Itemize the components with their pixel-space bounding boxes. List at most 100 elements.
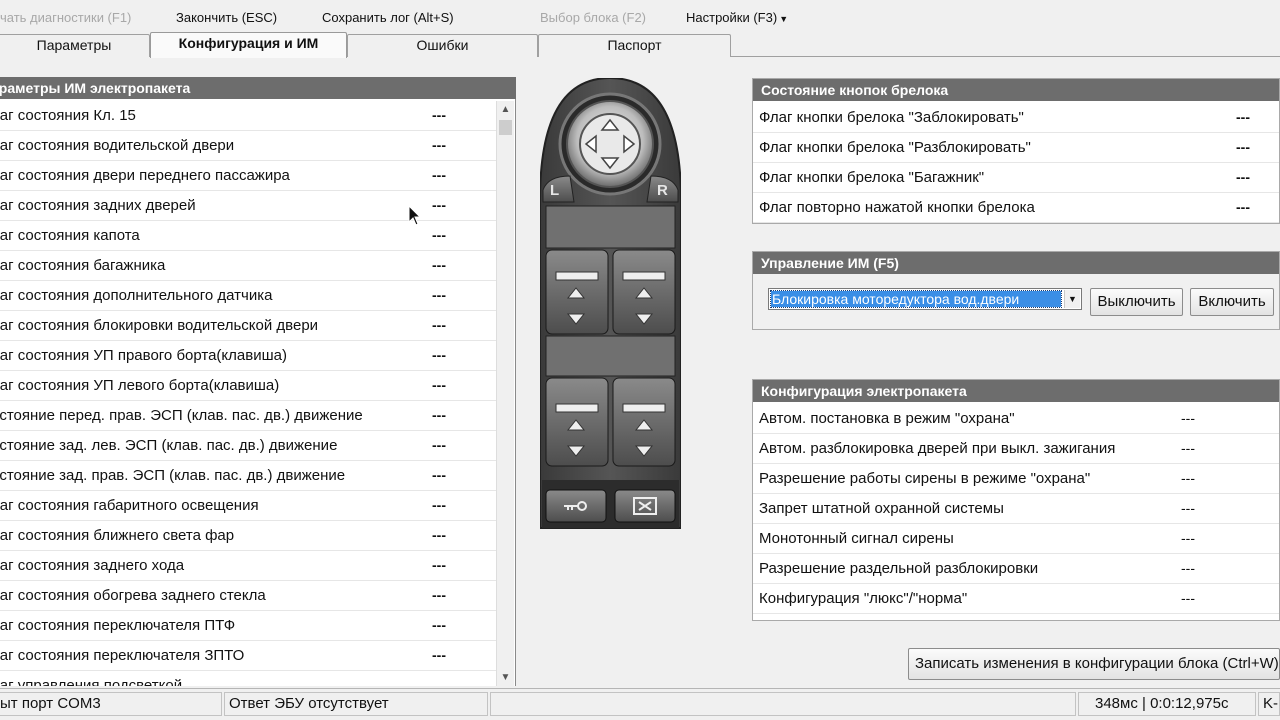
param-value: --- (432, 257, 446, 273)
list-item[interactable]: лаг состояния переключателя ПТФ --- (0, 611, 496, 641)
toolbar: чать диагностики (F1) Закончить (ESC) Со… (0, 0, 1280, 34)
list-item[interactable]: лаг состояния переключателя ЗПТО --- (0, 641, 496, 671)
select-block-button[interactable]: Выбор блока (F2) (540, 10, 646, 25)
list-item[interactable]: Разрешение работы сирены в режиме "охран… (753, 464, 1279, 494)
list-item[interactable]: лаг состояния УП правого борта(клавиша) -… (0, 341, 496, 371)
param-value: --- (432, 347, 446, 363)
config-value: --- (1181, 530, 1195, 546)
list-item[interactable]: лаг управления подсветкой (0, 671, 496, 686)
param-value: --- (432, 287, 446, 303)
tab-configuration[interactable]: Конфигурация и ИМ (150, 32, 347, 58)
parameter-list[interactable]: лаг состояния Кл. 15 --- лаг состояния во… (0, 101, 496, 686)
param-value: --- (432, 167, 446, 183)
config-name: Автом. разблокировка дверей при выкл. за… (759, 440, 1116, 457)
finish-button[interactable]: Закончить (ESC) (176, 10, 277, 25)
list-item[interactable]: Автом. постановка в режим "охрана" --- (753, 404, 1279, 434)
list-item[interactable]: лаг состояния габаритного освещения --- (0, 491, 496, 521)
im-parameters-panel: араметры ИМ электропакета лаг состояния … (0, 77, 516, 686)
list-item[interactable]: лаг состояния багажника --- (0, 251, 496, 281)
list-item[interactable]: остояние зад. прав. ЭСП (клав. пас. дв.)… (0, 461, 496, 491)
list-item[interactable]: лаг состояния обогрева заднего стекла --- (0, 581, 496, 611)
port-status: ыт порт COM3 (0, 692, 222, 716)
fob-flag-name: Флаг повторно нажатой кнопки брелока (759, 199, 1035, 216)
write-config-button[interactable]: Записать изменения в конфигурации блока … (908, 648, 1280, 680)
list-item[interactable]: Флаг повторно нажатой кнопки брелока --- (753, 193, 1279, 223)
fob-flag-value: --- (1236, 199, 1250, 215)
list-item[interactable]: Разрешение раздельной разблокировки --- (753, 554, 1279, 584)
param-value: --- (432, 647, 446, 663)
list-item[interactable]: лаг состояния дополнительного датчика --- (0, 281, 496, 311)
param-name: лаг состояния заднего хода (0, 557, 185, 574)
list-item[interactable]: Конфигурация "люкс"/"норма" --- (753, 584, 1279, 614)
param-value: --- (432, 587, 446, 603)
param-value: --- (432, 317, 446, 333)
param-name: лаг управления подсветкой (0, 677, 183, 686)
param-value: --- (432, 557, 446, 573)
save-log-button[interactable]: Сохранить лог (Alt+S) (322, 10, 454, 25)
start-diagnostics-button[interactable]: чать диагностики (F1) (0, 10, 131, 25)
list-item[interactable]: лаг состояния водительской двери --- (0, 131, 496, 161)
list-item[interactable]: остояние зад. лев. ЭСП (клав. пас. дв.) … (0, 431, 496, 461)
im-parameters-header: араметры ИМ электропакета (0, 77, 516, 99)
tab-passport[interactable]: Паспорт (538, 34, 731, 57)
param-name: лаг состояния дополнительного датчика (0, 287, 273, 304)
param-name: остояние перед. прав. ЭСП (клав. пас. дв… (0, 407, 363, 424)
settings-label: Настройки (F3) (686, 10, 778, 25)
list-item[interactable]: остояние перед. прав. ЭСП (клав. пас. дв… (0, 401, 496, 431)
list-item[interactable]: Монотонный сигнал сирены --- (753, 524, 1279, 554)
param-value: --- (432, 437, 446, 453)
param-name: лаг состояния переключателя ПТФ (0, 617, 236, 634)
timing-status: 348мс | 0:0:12,975с (1078, 692, 1256, 716)
status-bar: ыт порт COM3 Ответ ЭБУ отсутствует 348мс… (0, 688, 1280, 720)
list-item[interactable]: лаг состояния Кл. 15 --- (0, 101, 496, 131)
list-item[interactable]: Флаг кнопки брелока "Заблокировать" --- (753, 103, 1279, 133)
param-name: лаг состояния задних дверей (0, 197, 196, 214)
param-value: --- (432, 497, 446, 513)
scroll-down-icon[interactable]: ▼ (497, 669, 514, 686)
tab-parameters[interactable]: Параметры (0, 34, 150, 57)
param-name: остояние зад. лев. ЭСП (клав. пас. дв.) … (0, 437, 338, 454)
actuator-select[interactable]: Блокировка моторедуктора вод.двери ▼ (768, 288, 1082, 310)
list-item[interactable]: Флаг кнопки брелока "Разблокировать" --- (753, 133, 1279, 163)
param-value: --- (432, 527, 446, 543)
list-item[interactable]: лаг состояния заднего хода --- (0, 551, 496, 581)
list-item[interactable]: Запрет штатной охранной системы --- (753, 494, 1279, 524)
config-name: Разрешение раздельной разблокировки (759, 560, 1039, 577)
list-item[interactable]: лаг состояния двери переднего пассажира -… (0, 161, 496, 191)
fob-flag-name: Флаг кнопки брелока "Разблокировать" (759, 139, 1031, 156)
config-name: Конфигурация "люкс"/"норма" (759, 590, 968, 607)
param-name: остояние зад. прав. ЭСП (клав. пас. дв.)… (0, 467, 346, 484)
fob-flag-value: --- (1236, 169, 1250, 185)
param-name: лаг состояния переключателя ЗПТО (0, 647, 245, 664)
list-item[interactable]: лаг состояния УП левого борта(клавиша) --… (0, 371, 496, 401)
param-name: лаг состояния багажника (0, 257, 166, 274)
param-value: --- (432, 407, 446, 423)
param-name: лаг состояния блокировки водительской дв… (0, 317, 319, 334)
actuator-control-header: Управление ИМ (F5) (753, 252, 1279, 274)
list-item[interactable]: лаг состояния блокировки водительской дв… (0, 311, 496, 341)
config-value: --- (1181, 440, 1195, 456)
param-value: --- (432, 467, 446, 483)
package-config-header: Конфигурация электропакета (753, 380, 1279, 402)
door-panel-graphic (539, 76, 682, 529)
list-item[interactable]: Флаг кнопки брелока "Багажник" --- (753, 163, 1279, 193)
tab-errors[interactable]: Ошибки (347, 34, 538, 57)
scrollbar-thumb[interactable] (499, 120, 512, 135)
settings-menu[interactable]: Настройки (F3) ▼ (686, 10, 788, 25)
param-name: лаг состояния двери переднего пассажира (0, 167, 290, 184)
config-name: Монотонный сигнал сирены (759, 530, 954, 547)
param-name: лаг состояния обогрева заднего стекла (0, 587, 266, 604)
turn-off-button[interactable]: Выключить (1090, 288, 1183, 316)
turn-on-button[interactable]: Включить (1190, 288, 1274, 316)
door-control-panel: L R (539, 76, 682, 530)
parameter-list-scrollbar[interactable]: ▲ ▼ (496, 101, 514, 686)
scroll-up-icon[interactable]: ▲ (497, 101, 514, 118)
chevron-down-icon[interactable]: ▼ (1064, 290, 1080, 308)
list-item[interactable]: Автом. разблокировка дверей при выкл. за… (753, 434, 1279, 464)
param-name: лаг состояния габаритного освещения (0, 497, 259, 514)
fob-buttons-header: Состояние кнопок брелока (753, 79, 1279, 101)
list-item[interactable]: лаг состояния ближнего света фар --- (0, 521, 496, 551)
config-value: --- (1181, 590, 1195, 606)
protocol-status: K- (1258, 692, 1280, 716)
param-value: --- (432, 107, 446, 123)
